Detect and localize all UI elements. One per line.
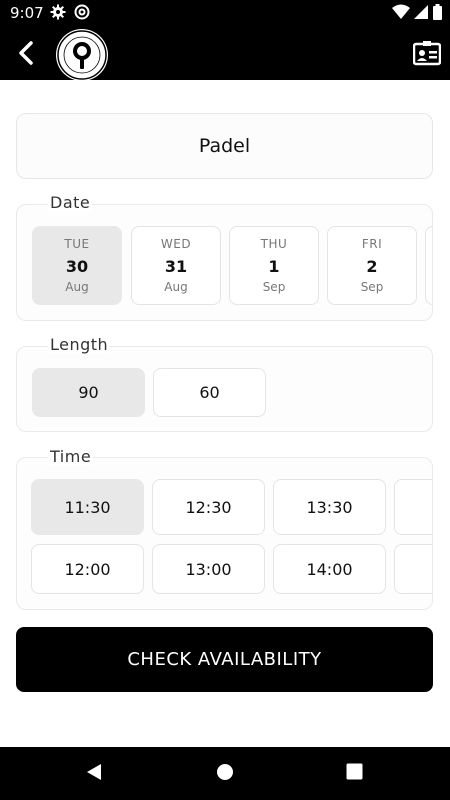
booking-form: Padel TUE 30 Aug WED 31 Aug THU 1 Sep FR… <box>0 80 450 747</box>
date-tile-2[interactable]: THU 1 Sep <box>229 226 319 305</box>
time-slot[interactable]: 12:00 <box>31 544 144 594</box>
contact-card-icon[interactable] <box>413 40 441 66</box>
time-section-label: Time <box>48 447 94 466</box>
time-slot-partial[interactable]: 1 <box>394 479 432 535</box>
recents-square-icon[interactable] <box>346 763 363 780</box>
club-logo-icon <box>57 30 107 80</box>
length-section-label: Length <box>48 335 111 354</box>
date-day: 1 <box>268 257 280 276</box>
date-day: 31 <box>164 257 188 276</box>
time-slot[interactable]: 11:30 <box>31 479 144 535</box>
length-option-90[interactable]: 90 <box>32 368 145 417</box>
time-section: 11:30 12:30 13:30 1 12:00 13:00 14:00 1 <box>16 457 433 610</box>
date-month: Aug <box>65 280 89 294</box>
date-dow: TUE <box>64 237 90 251</box>
sport-label: Padel <box>198 135 251 157</box>
check-availability-button[interactable]: CHECK AVAILABILITY <box>16 627 433 692</box>
back-arrow-icon[interactable] <box>14 40 40 66</box>
battery-icon <box>433 4 442 20</box>
date-month: Sep <box>360 280 384 294</box>
app-bar <box>0 26 450 81</box>
time-slot[interactable]: 12:30 <box>152 479 265 535</box>
club-logo[interactable] <box>56 29 108 81</box>
signal-icon <box>414 5 428 19</box>
status-time: 9:07 <box>10 4 44 22</box>
system-nav-bar <box>0 747 450 800</box>
date-tile-partial[interactable] <box>425 226 432 305</box>
date-dow: WED <box>160 237 192 251</box>
date-tile-1[interactable]: WED 31 Aug <box>131 226 221 305</box>
length-section: 90 60 <box>16 346 433 432</box>
back-triangle-icon[interactable] <box>85 763 103 781</box>
date-dow: FRI <box>361 237 383 251</box>
date-day: 30 <box>65 257 89 276</box>
time-slot[interactable]: 13:00 <box>152 544 265 594</box>
date-section: TUE 30 Aug WED 31 Aug THU 1 Sep FRI 2 Se… <box>16 204 433 321</box>
date-day: 2 <box>366 257 378 276</box>
home-circle-icon[interactable] <box>216 763 234 781</box>
date-tile-3[interactable]: FRI 2 Sep <box>327 226 417 305</box>
length-option-60[interactable]: 60 <box>153 368 266 417</box>
date-section-label: Date <box>48 193 93 212</box>
at-sign-icon <box>74 4 90 20</box>
date-dow: THU <box>260 237 288 251</box>
sport-selector[interactable]: Padel <box>16 113 433 179</box>
date-month: Sep <box>262 280 286 294</box>
time-slot[interactable]: 14:00 <box>273 544 386 594</box>
time-slot-partial[interactable]: 1 <box>394 544 432 594</box>
date-tile-0[interactable]: TUE 30 Aug <box>32 226 122 305</box>
settings-icon <box>50 4 66 20</box>
status-bar: 9:07 <box>0 0 450 26</box>
wifi-icon <box>392 4 410 19</box>
time-slot[interactable]: 13:30 <box>273 479 386 535</box>
date-month: Aug <box>164 280 188 294</box>
